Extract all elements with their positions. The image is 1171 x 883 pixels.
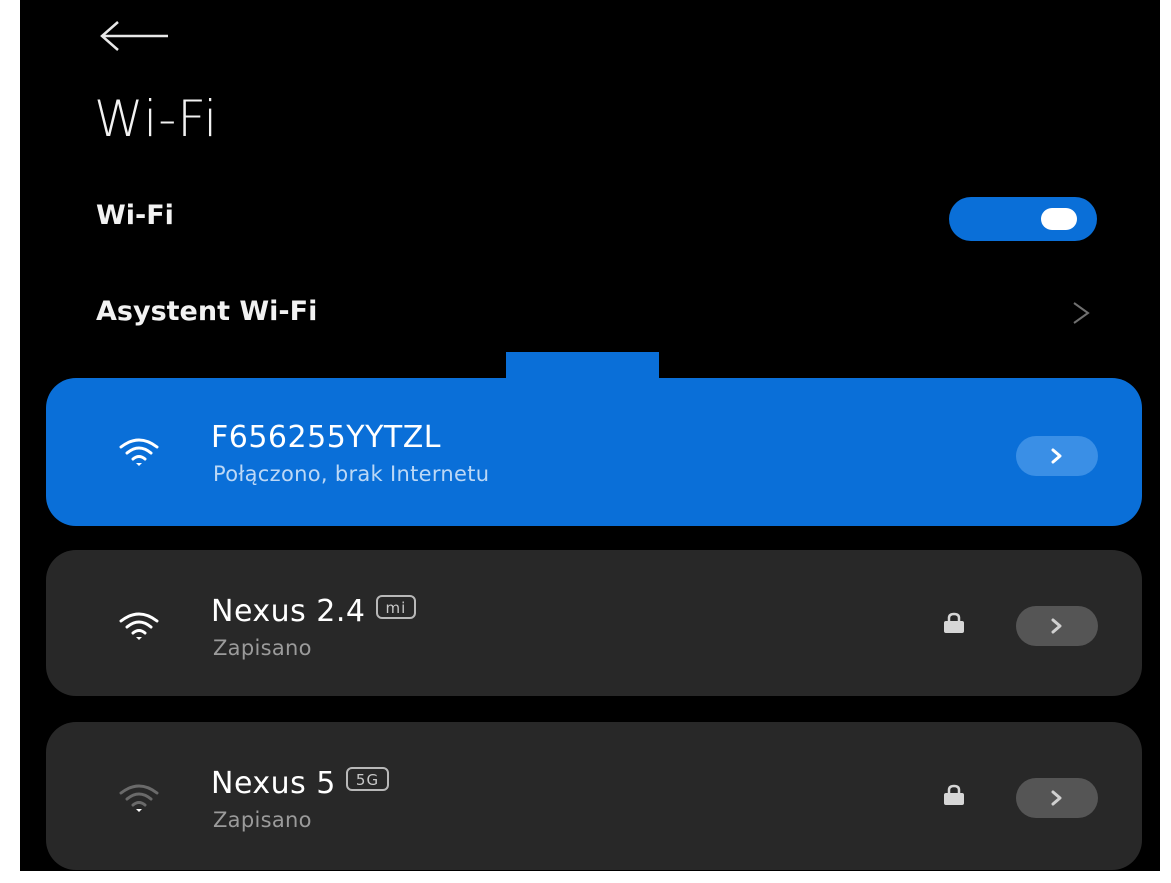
wifi-weak-icon [119, 784, 159, 812]
network-name: Nexus 2.4 [211, 594, 366, 629]
page-title: Wi-Fi [94, 90, 219, 148]
network-card-connected[interactable]: F656255YYTZL Połączono, brak Internetu [46, 378, 1142, 526]
wifi-toggle[interactable] [949, 197, 1097, 241]
arrow-left-icon [100, 21, 168, 51]
lock-icon [944, 784, 964, 805]
chevron-right-icon [1051, 790, 1062, 806]
network-details-button[interactable] [1016, 606, 1098, 646]
network-details-button[interactable] [1016, 436, 1098, 476]
network-name-row: Nexus 5 5G [211, 766, 390, 801]
chevron-right-icon [1073, 302, 1090, 324]
mi-badge: mi [375, 594, 417, 619]
toggle-knob [1041, 208, 1077, 230]
network-name: Nexus 5 [211, 766, 336, 801]
network-card[interactable]: Nexus 5 5G Zapisano [46, 722, 1142, 870]
back-button[interactable] [98, 18, 172, 54]
network-status: Zapisano [213, 808, 312, 832]
network-card[interactable]: Nexus 2.4 mi Zapisano [46, 550, 1142, 696]
wifi-strong-icon [119, 438, 159, 466]
wifi-strong-icon [119, 612, 159, 640]
5g-badge: 5G [345, 766, 390, 791]
network-details-button[interactable] [1016, 778, 1098, 818]
wifi-assistant-row[interactable]: Asystent Wi-Fi [20, 278, 1160, 348]
wifi-toggle-label: Wi-Fi [96, 200, 174, 231]
chevron-right-icon [1051, 618, 1062, 634]
wifi-settings-screen: Wi-Fi Wi-Fi Asystent Wi-Fi F656255YYTZL … [20, 0, 1160, 871]
wifi-assistant-label: Asystent Wi-Fi [96, 296, 318, 327]
lock-icon [944, 612, 964, 633]
chevron-right-icon [1051, 448, 1062, 464]
network-name: F656255YYTZL [211, 420, 442, 455]
network-status: Połączono, brak Internetu [213, 462, 490, 486]
network-status: Zapisano [213, 636, 312, 660]
network-name-row: Nexus 2.4 mi [211, 594, 417, 629]
